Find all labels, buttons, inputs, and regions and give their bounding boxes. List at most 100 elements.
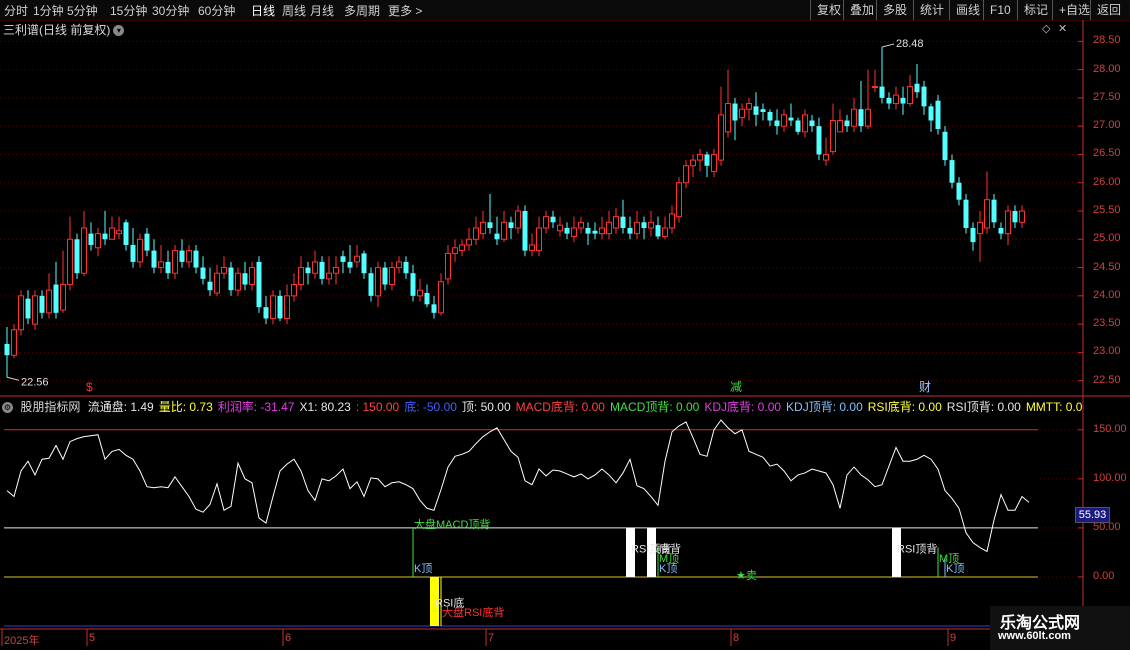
candle	[144, 227, 150, 257]
candle	[655, 216, 661, 240]
candle	[95, 227, 101, 257]
signal-annotation: K顶	[659, 562, 677, 575]
signal-annotation: 大盘RSI底背	[442, 605, 504, 619]
candle	[60, 250, 66, 313]
candle	[921, 80, 927, 115]
watermark-url: www.60lt.com	[998, 630, 1071, 642]
candle	[53, 261, 59, 319]
indicator-field: MACD顶背: 0.00	[609, 400, 700, 414]
candle	[515, 205, 521, 234]
candle	[613, 208, 619, 234]
candle	[74, 233, 80, 279]
candle	[676, 177, 682, 223]
indicator-panel: 大盘MACD顶背K顶RSI底大盘RSI底背RSI顶背底背M顶K顶★卖RSI顶背M…	[4, 419, 1083, 627]
candle	[1012, 205, 1018, 228]
indicator-field: KDJ底背: 0.00	[704, 400, 782, 414]
date-label: 7	[488, 632, 495, 644]
date-label: 6	[285, 632, 292, 644]
candle	[291, 273, 297, 302]
candle	[18, 290, 24, 336]
candle	[466, 227, 472, 251]
candle	[256, 256, 262, 313]
candle	[4, 326, 10, 378]
candle	[767, 109, 773, 127]
candle	[508, 216, 514, 240]
candle	[837, 109, 843, 133]
candle	[123, 219, 129, 251]
signal-annotation: K顶	[414, 562, 432, 575]
candle	[158, 244, 164, 274]
candle	[11, 324, 17, 359]
candle	[571, 216, 577, 243]
candle	[781, 109, 787, 132]
candle	[25, 290, 31, 325]
settings-icon[interactable]: ⚙	[2, 402, 13, 414]
chart-markers: 28.48 22.56 $ 减 财	[6, 38, 931, 394]
candle	[823, 137, 829, 166]
candle	[326, 256, 332, 285]
price-grid	[0, 40, 1083, 382]
candle	[417, 278, 423, 302]
candle	[529, 233, 535, 257]
candle	[130, 227, 136, 268]
candle	[732, 97, 738, 141]
candle	[991, 194, 997, 228]
candle	[1019, 205, 1025, 228]
candle	[333, 256, 339, 285]
indicator-tick-label: 0.00	[1093, 569, 1115, 582]
candle	[858, 80, 864, 132]
candle	[109, 216, 115, 240]
candle	[620, 199, 626, 234]
candle	[550, 211, 556, 228]
event-marker: $	[86, 380, 93, 394]
candle	[718, 86, 724, 166]
low-price-label: 22.56	[21, 376, 49, 388]
date-label: 9	[950, 632, 957, 644]
candle	[67, 216, 73, 291]
indicator-field: 量比: 0.73	[158, 400, 213, 414]
indicator-fields: 流通盘: 1.49 量比: 0.73 利润率: -31.47 X1: 80.23: 1…	[88, 400, 1088, 414]
indicator-title[interactable]: 股朋指标网	[20, 400, 80, 414]
candle	[1005, 205, 1011, 245]
candle	[900, 86, 906, 115]
candle	[242, 261, 248, 291]
candle	[977, 211, 983, 262]
candle	[172, 244, 178, 279]
kline-chart[interactable]: 28.4822.56 $ 减财 大盘MACD顶背K顶RSI底大盘RSI底背RSI顶背…	[0, 0, 1130, 650]
candle	[501, 211, 507, 243]
candle	[949, 154, 955, 189]
candle	[935, 95, 941, 135]
candle	[165, 250, 171, 279]
indicator-field: RSI顶背: 0.00	[946, 400, 1021, 414]
candle	[830, 103, 836, 155]
candle	[690, 154, 696, 178]
candlestick-series	[4, 46, 1025, 378]
candle	[347, 244, 353, 274]
indicator-field: RSI底背: 0.00	[867, 400, 942, 414]
candle	[32, 290, 38, 330]
candle	[928, 103, 934, 132]
candle	[816, 117, 822, 161]
candle	[354, 244, 360, 268]
candle	[753, 92, 759, 127]
price-tick-label: 25.50	[1093, 204, 1121, 216]
candle	[879, 46, 885, 104]
candle	[599, 216, 605, 240]
candle	[585, 222, 591, 245]
candle	[592, 222, 598, 240]
candle	[970, 222, 976, 251]
signal-annotation: K顶	[946, 562, 964, 575]
candle	[739, 103, 745, 127]
candle	[459, 239, 465, 257]
candle	[648, 211, 654, 237]
candle	[557, 216, 563, 237]
candle	[725, 69, 731, 138]
candle	[186, 244, 192, 268]
candle	[795, 117, 801, 135]
indicator-tick-label: 150.00	[1093, 422, 1127, 435]
candle	[228, 261, 234, 296]
high-price-label: 28.48	[896, 38, 924, 50]
watermark: 乐淘公式网 www.60lt.com	[990, 606, 1130, 650]
price-tick-label: 27.50	[1093, 90, 1121, 103]
price-tick-label: 27.00	[1093, 119, 1121, 132]
